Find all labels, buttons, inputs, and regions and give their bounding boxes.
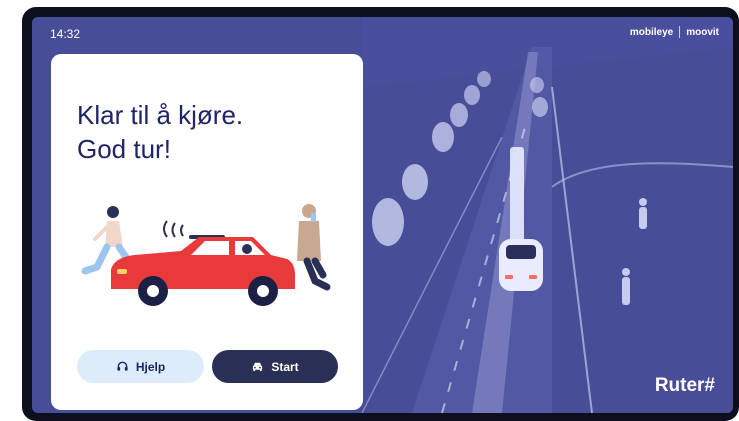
start-button[interactable]: Start [212,350,338,383]
parked-car [372,198,404,246]
car-illustration [81,204,331,306]
partner-logos: mobileye moovit [630,26,719,38]
help-button-label: Hjelp [135,359,166,374]
pedestrian [639,198,647,206]
driver-head [242,244,252,254]
person-body [105,221,123,247]
headset-icon [116,360,129,373]
headline-line-2: God tur! [77,134,171,164]
headline-line-1: Klar til å kjøre. [77,100,244,130]
help-button[interactable]: Hjelp [77,350,204,383]
ruter-logo: Ruter# [654,375,715,396]
path-highlight [510,147,524,242]
parked-car [402,164,428,200]
start-button-label: Start [271,359,299,374]
parked-car [432,122,454,152]
oncoming-car [530,77,544,93]
parked-car [477,71,491,87]
car-icon [251,360,264,373]
parked-car [464,85,480,105]
mobileye-logo: mobileye [629,26,674,38]
parked-car [450,103,468,127]
oncoming-car [532,97,548,117]
tablet-device: 14:32 mobileye moovit Ruter# Klar til å … [22,7,739,421]
logo-divider [679,26,681,38]
page-title: Klar til å kjøre. God tur! [77,98,347,166]
person-head [107,206,119,218]
ride-ready-card: Klar til å kjøre. God tur! Hjelp Start [51,54,363,410]
person-coat [297,221,321,261]
status-time: 14:32 [50,27,81,41]
pedestrian [622,268,630,276]
screen: 14:32 mobileye moovit Ruter# Klar til å … [32,17,733,413]
moovit-logo: moovit [686,26,719,38]
